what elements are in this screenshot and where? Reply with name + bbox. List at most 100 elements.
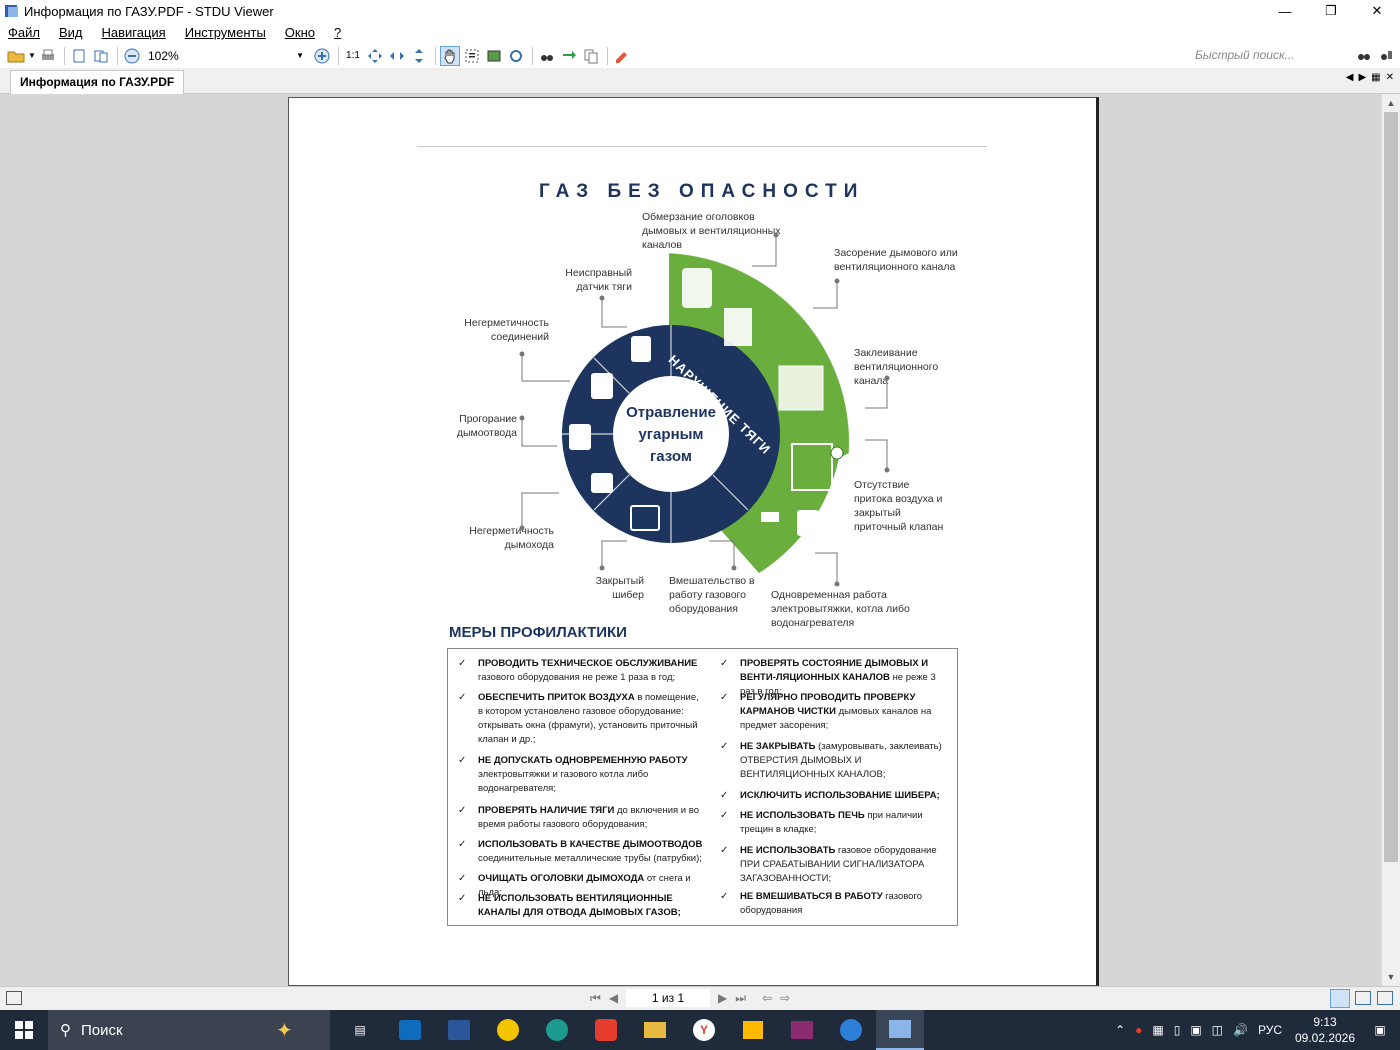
zoom-select[interactable]: 102% ▼ xyxy=(144,46,308,66)
open-folder-icon[interactable] xyxy=(6,46,26,66)
clock[interactable]: 9:13 09.02.2026 xyxy=(1290,1014,1360,1046)
measure-right-3: ✓ ИСКЛЮЧИТЬ ИСПОЛЬЗОВАНИЕ ШИБЕРА; xyxy=(720,790,940,801)
connector-lines xyxy=(519,232,890,587)
search-options-icon[interactable] xyxy=(1376,45,1396,65)
image-select-icon[interactable] xyxy=(484,46,504,66)
zoom-in-icon[interactable] xyxy=(312,46,332,66)
menu-view[interactable]: Вид xyxy=(59,25,83,40)
actual-size-icon[interactable]: 1:1 xyxy=(343,46,363,66)
measures-title: МЕРЫ ПРОФИЛАКТИКИ xyxy=(449,624,627,641)
yandex-icon[interactable]: Y xyxy=(680,1010,728,1050)
prev-page-icon[interactable]: ◀ xyxy=(609,991,618,1005)
measure-right-5: ✓ НЕ ИСПОЛЬЗОВАТЬ газовое оборудование ПР… xyxy=(720,845,937,884)
menu-navigation[interactable]: Навигация xyxy=(102,25,166,40)
snapshot-icon[interactable] xyxy=(506,46,526,66)
print-icon[interactable] xyxy=(38,46,58,66)
outlook-icon[interactable] xyxy=(386,1010,434,1050)
fit-height-icon[interactable] xyxy=(409,46,429,66)
menu-help[interactable]: ? xyxy=(334,25,341,40)
scroll-thumb[interactable] xyxy=(1384,112,1398,862)
continuous-view-icon[interactable] xyxy=(1355,991,1371,1005)
minimize-button[interactable]: — xyxy=(1262,0,1308,22)
file-explorer-icon[interactable] xyxy=(631,1010,679,1050)
scroll-down-icon[interactable]: ▼ xyxy=(1382,968,1400,986)
measure-right-6: ✓ НЕ ВМЕШИВАТЬСЯ В РАБОТУ газового оборуд… xyxy=(720,891,922,916)
taskbar-search[interactable]: ⚲ Поиск ✦ xyxy=(48,1010,330,1050)
usb-icon[interactable]: ▯ xyxy=(1174,1023,1181,1037)
title-bar: Информация по ГАЗУ.PDF - STDU Viewer — ❐… xyxy=(0,0,1400,22)
quick-search-input[interactable]: Быстрый поиск... xyxy=(1190,46,1348,65)
measure-left-4: ✓ ИСПОЛЬЗОВАТЬ В КАЧЕСТВЕ ДЫМООТВОДОВ сое… xyxy=(458,839,703,864)
copy-icon[interactable] xyxy=(581,46,601,66)
page-copy-icon[interactable] xyxy=(91,46,111,66)
tab-close-icon[interactable]: ✕ xyxy=(1386,72,1394,83)
find-icon[interactable] xyxy=(537,46,557,66)
measures-box: ✓ ПРОВОДИТЬ ТЕХНИЧЕСКОЕ ОБСЛУЖИВАНИЕ газо… xyxy=(447,648,958,926)
chevron-down-icon: ▼ xyxy=(296,51,304,60)
menu-window[interactable]: Окно xyxy=(285,25,315,40)
first-page-icon[interactable]: ⏮ xyxy=(590,991,601,1006)
find-next-icon[interactable] xyxy=(559,46,579,66)
page-number-field[interactable]: 1 из 1 xyxy=(626,989,711,1007)
volume-icon[interactable]: 🔊 xyxy=(1233,1023,1248,1037)
yandex-tray-icon[interactable]: ● xyxy=(1135,1023,1142,1037)
notifications-icon[interactable]: ▣ xyxy=(1360,1023,1400,1037)
measure-right-2: ✓ НЕ ЗАКРЫВАТЬ (замуровывать, заклеивать)… xyxy=(720,741,942,780)
stdu-app-icon xyxy=(5,5,18,17)
archiver-icon[interactable] xyxy=(778,1010,826,1050)
menu-tools[interactable]: Инструменты xyxy=(185,25,266,40)
open-dropdown-icon[interactable]: ▼ xyxy=(28,46,36,66)
yandex-browser-icon[interactable] xyxy=(582,1010,630,1050)
measure-left-3: ✓ ПРОВЕРЯТЬ НАЛИЧИЕ ТЯГИ до включения и в… xyxy=(458,805,699,830)
fit-width-icon[interactable] xyxy=(387,46,407,66)
measure-left-6: ✓ НЕ ИСПОЛЬЗОВАТЬ ВЕНТИЛЯЦИОННЫЕ КАНАЛЫ Д… xyxy=(458,893,681,918)
forward-icon[interactable]: ⇨ xyxy=(780,991,790,1005)
store-icon[interactable] xyxy=(729,1010,777,1050)
meeting-app-icon[interactable] xyxy=(827,1010,875,1050)
taskbar: ⚲ Поиск ✦ ▤ Y ⌃ ● ▦ ▯ ▣ ◫ 🔊 РУС 9:13 09.02.… xyxy=(0,1010,1400,1050)
last-page-icon[interactable]: ⏭ xyxy=(735,991,746,1006)
window-title: Информация по ГАЗУ.PDF - STDU Viewer xyxy=(24,3,274,19)
status-bar: ⏮ ◀ 1 из 1 ▶ ⏭ ⇦ ⇨ xyxy=(0,986,1400,1010)
close-button[interactable]: ✕ xyxy=(1354,0,1400,22)
text-select-icon[interactable] xyxy=(462,46,482,66)
document-tab[interactable]: Информация по ГАЗУ.PDF xyxy=(10,70,185,94)
fit-page-icon[interactable] xyxy=(365,46,385,66)
windows-start-icon[interactable] xyxy=(0,1010,48,1050)
next-page-icon[interactable]: ▶ xyxy=(718,991,727,1005)
task-view-icon[interactable]: ▤ xyxy=(336,1010,384,1050)
tab-list-icon[interactable]: ▦ xyxy=(1371,72,1380,83)
pdf-page: ГАЗ БЕЗ ОПАСНОСТИ Отравление угарным газ… xyxy=(288,97,1099,986)
hand-tool-icon[interactable] xyxy=(440,45,460,66)
single-page-view-icon[interactable] xyxy=(1330,989,1350,1008)
measure-left-2: ✓ НЕ ДОПУСКАТЬ ОДНОВРЕМЕННУЮ РАБОТУ элект… xyxy=(458,755,688,794)
word-icon[interactable] xyxy=(435,1010,483,1050)
facing-view-icon[interactable] xyxy=(1377,991,1393,1005)
battery-icon[interactable]: ◫ xyxy=(1212,1023,1223,1037)
network-icon[interactable]: ▣ xyxy=(1190,1023,1201,1037)
document-tabs: Информация по ГАЗУ.PDF ◀ ▶ ▦ ✕ xyxy=(0,68,1400,94)
scroll-up-icon[interactable]: ▲ xyxy=(1382,94,1400,112)
zoom-out-icon[interactable] xyxy=(122,46,142,66)
windows-tray-icon[interactable]: ▦ xyxy=(1152,1023,1163,1037)
vertical-scrollbar[interactable]: ▲ ▼ xyxy=(1382,94,1400,986)
edge-icon[interactable] xyxy=(533,1010,581,1050)
1c-icon[interactable] xyxy=(484,1010,532,1050)
menu-file[interactable]: Файл xyxy=(8,25,40,40)
back-icon[interactable]: ⇦ xyxy=(762,991,772,1005)
restore-button[interactable]: ❐ xyxy=(1308,0,1354,22)
page-export-icon[interactable] xyxy=(69,46,89,66)
tab-next-icon[interactable]: ▶ xyxy=(1358,72,1366,83)
tray-overflow-icon[interactable]: ⌃ xyxy=(1115,1023,1125,1037)
sparkle-icon: ✦ xyxy=(276,1019,293,1042)
measure-left-1: ✓ ОБЕСПЕЧИТЬ ПРИТОК ВОЗДУХА в помещение, … xyxy=(458,692,699,745)
language-indicator[interactable]: РУС xyxy=(1258,1023,1282,1037)
sidebar-toggle-icon[interactable] xyxy=(6,991,22,1005)
search-binoculars-icon[interactable] xyxy=(1354,45,1374,65)
highlight-icon[interactable] xyxy=(612,46,632,66)
stdu-viewer-taskbar-icon[interactable] xyxy=(876,1010,924,1050)
tab-prev-icon[interactable]: ◀ xyxy=(1346,72,1354,83)
zoom-value: 102% xyxy=(148,48,179,63)
measure-right-4: ✓ НЕ ИСПОЛЬЗОВАТЬ ПЕЧЬ при наличии трещин… xyxy=(720,810,923,835)
measure-right-1: ✓ РЕГУЛЯРНО ПРОВОДИТЬ ПРОВЕРКУ КАРМАНОВ Ч… xyxy=(720,692,932,731)
